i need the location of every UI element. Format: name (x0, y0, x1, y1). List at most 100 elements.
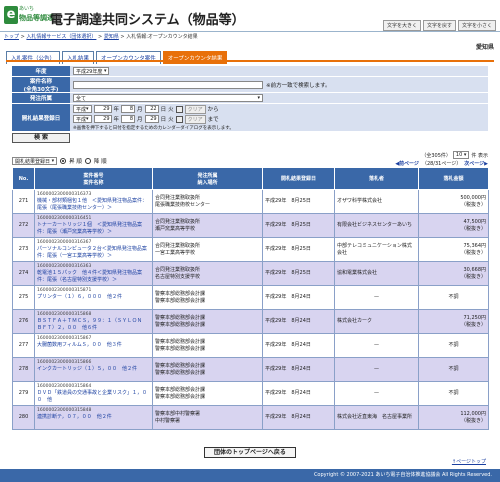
prefecture-name: 愛知県 (475, 44, 494, 51)
sort-desc-label: 降 順 (93, 159, 107, 165)
case-name-link[interactable]: 連携診断テ，０７，００ 他２件 (37, 414, 150, 421)
amount-tax-note: （税抜き） (460, 201, 486, 208)
cell-dept: 合同発注業務取扱所 尾張職業技術校センター (152, 189, 263, 214)
from-suffix: から (207, 107, 219, 113)
cell-dept: 警察本部総務部会計課 警察本部総務部会計課 (152, 357, 263, 382)
to-month-input[interactable]: 8 (121, 115, 136, 123)
search-form: 年度 平成29年度 ▾ 案件名称 (全角30文字) ※前方一致で検索します。 発注… (12, 66, 488, 132)
sort-asc-radio[interactable] (60, 158, 67, 164)
case-name-link[interactable]: インクカートリッジ（１）５，００ 他２件 (37, 366, 150, 373)
cell-amount: 500,000円 （税抜き） (418, 189, 489, 214)
from-day-input[interactable]: 22 (144, 105, 159, 113)
logo-sub: あいち (19, 6, 35, 12)
amount-value: 75,364円 (463, 242, 487, 249)
cell-dept: 警察本部総務部会計課 警察本部総務部会計課 (152, 381, 263, 406)
cell-amount: 75,364円 （税抜き） (418, 237, 489, 262)
to-clear-button[interactable]: クリア (184, 114, 206, 124)
footer: Copyright © 2007-2021 あいち電子自治体推進協議会 All … (0, 469, 500, 482)
cell-winner: 株式会社近直東海 名古屋事業所 (334, 405, 419, 430)
col-dept: 発注所属 納入場所 (152, 167, 263, 190)
table-row: 280 1600002300000315848 連携診断テ，０７，００ 他２件 警察本… (12, 405, 489, 430)
case-name-sublabel: (全角30文字) (23, 86, 59, 93)
result-count: （全305件） 10 ▾ 件 表示 (421, 151, 488, 159)
case-name-link[interactable]: ＢＳＴＦＡ＋ＴＭＣＳ，９９：１（ＳＹＬＯＮ ＢＦＴ）２，００ 他６件 (37, 318, 150, 332)
results-table: No. 案件番号 案件名称 発注所属 納入場所 開札結果登録日 落札者 落札金額… (12, 167, 489, 430)
breadcrumb-prefecture[interactable]: 愛知県 (104, 34, 119, 40)
case-name-link[interactable]: パーソナルコンピュータ２台＜愛知県発注物品案件：尾張（一宮工業高等学校）＞ (37, 246, 150, 260)
font-reset-button[interactable]: 文字を戻す (422, 20, 456, 31)
cell-no: 273 (12, 237, 35, 262)
col-case: 案件番号 案件名称 (34, 167, 153, 190)
cell-date: 平成29年 8月24日 (262, 405, 335, 430)
cell-no: 275 (12, 285, 35, 310)
cell-amount: 不調 (418, 333, 489, 358)
per-page-select[interactable]: 10 ▾ (452, 151, 470, 159)
sort-desc-radio[interactable] (84, 158, 91, 164)
date-label: 開札結果登録日 (12, 104, 70, 131)
calendar-icon[interactable] (175, 115, 183, 123)
case-name-label-text: 案件名称 (29, 78, 52, 85)
case-name-link[interactable]: プリンター（１）６，０００ 他２件 (37, 294, 150, 301)
tab-bid-results[interactable]: 入札結果 (62, 51, 95, 64)
amount-tax-note: （税抜き） (460, 321, 486, 328)
case-id: 1600002300000315867 (37, 336, 92, 341)
table-row: 279 1600002300000315864 ＤＶＤ「鉄道員の交通事故と企業リスク… (12, 381, 489, 406)
calendar-icon[interactable] (175, 105, 183, 113)
cell-case: 1600002300000315864 ＤＶＤ「鉄道員の交通事故と企業リスク」１，… (34, 381, 153, 406)
tab-underline (6, 60, 494, 62)
calendar-note: ※画像を押下すると日付を指定するためのカレンダーダイアログを表示します。 (73, 125, 234, 131)
from-clear-button[interactable]: クリア (184, 104, 206, 114)
font-smaller-button[interactable]: 文字を小さく (457, 20, 496, 31)
cell-date: 平成29年 8月24日 (262, 285, 335, 310)
to-era-value: 平成 (76, 116, 87, 123)
cell-amount: 47,500円 （税抜き） (418, 213, 489, 238)
cell-case: 1600002300000316363 乾電池１５パック 他４件＜愛知県発注物品案… (34, 261, 153, 286)
case-name-link[interactable]: 乾電池１５パック 他４件＜愛知県発注物品案件：尾張（名古屋特別支援学校）＞ (37, 270, 150, 284)
case-name-input[interactable] (73, 80, 263, 89)
case-id: 1600002300000316451 (37, 216, 92, 221)
page-info: （28/31ページ） (421, 161, 462, 167)
from-month-input[interactable]: 8 (121, 105, 136, 113)
table-row: 274 1600002300000316363 乾電池１５パック 他４件＜愛知県発注… (12, 261, 489, 286)
tab-open-counter-cases[interactable]: オープンカウンタ案件 (96, 51, 161, 64)
search-button[interactable]: 検 索 (12, 133, 70, 143)
cell-date: 平成29年 8月24日 (262, 309, 335, 334)
pager: ◀前ページ （28/31ページ） 次ページ▶ (395, 160, 488, 167)
to-era-select[interactable]: 平成 ▾ (73, 115, 92, 123)
page-top-link[interactable]: ↑ページトップ (452, 458, 486, 465)
amount-value: 不調 (448, 390, 459, 396)
col-date: 開札結果登録日 (262, 167, 335, 190)
cell-date: 平成29年 8月24日 (262, 357, 335, 382)
tab-bid-notices[interactable]: 入札案件（公告） (6, 51, 61, 64)
tab-open-counter-results[interactable]: オープンカウンタ結果 (162, 51, 228, 64)
breadcrumb-top[interactable]: トップ (4, 34, 19, 40)
next-page-link[interactable]: 次ページ▶ (464, 160, 488, 167)
breadcrumb-separator: > (120, 34, 125, 40)
cell-amount: 71,250円 （税抜き） (418, 309, 489, 334)
back-to-org-top-button[interactable]: 団体のトップページへ戻る (204, 447, 296, 458)
cell-amount: 不調 (418, 285, 489, 310)
case-name-link[interactable]: ＤＶＤ「鉄道員の交通事故と企業リスク」１，００ 他 (37, 390, 150, 404)
total-count: （全305件） (421, 152, 451, 159)
breadcrumb-separator: > (20, 34, 25, 40)
year-unit: 年 (113, 117, 120, 123)
sort-field-select[interactable]: 開札結果登録日 ▾ (12, 157, 58, 165)
to-day-input[interactable]: 29 (144, 115, 159, 123)
font-larger-button[interactable]: 文字を大きく (382, 20, 421, 31)
cell-dept: 警察本部総務部会計課 警察本部総務部会計課 (152, 285, 263, 310)
case-name-link[interactable]: 機械・部材類梱包１他 ＜愛知県発注物品案件：尾張（尾張職業技術センター）＞ (37, 198, 150, 212)
breadcrumb-service[interactable]: 入札情報サービス（団体選択） (26, 34, 96, 40)
to-weekday: 火 (168, 117, 174, 123)
year-select[interactable]: 平成29年度 ▾ (73, 67, 110, 75)
sort-bar: 開札結果登録日 ▾ 昇 順 降 順 (12, 157, 107, 165)
from-era-select[interactable]: 平成 ▾ (73, 105, 92, 113)
agency-select[interactable]: 全て ▾ (73, 94, 263, 102)
cell-date: 平成29年 8月24日 (262, 333, 335, 358)
from-year-input[interactable]: 29 (93, 105, 112, 113)
cell-case: 1600002300000315868 ＢＳＴＦＡ＋ＴＭＣＳ，９９：１（ＳＹＬＯＮ… (34, 309, 153, 334)
case-name-link[interactable]: 大腸菌数用フィルムＳ，００ 他３件 (37, 342, 150, 349)
prev-page-link[interactable]: ◀前ページ (395, 160, 419, 167)
case-name-link[interactable]: トナーカートリッジ１個 ＜愛知県発注物品案件：尾張（瀬戸窯業高等学校）＞ (37, 222, 150, 236)
to-year-input[interactable]: 29 (93, 115, 112, 123)
cell-dept: 合同発注業務取扱所 一宮工業高等学校 (152, 237, 263, 262)
